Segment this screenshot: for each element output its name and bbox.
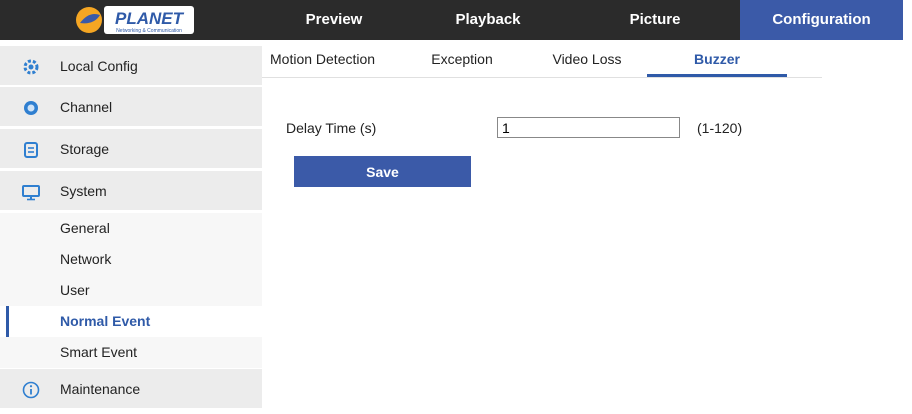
camera-icon: [22, 99, 40, 117]
sidebar-subitem-network[interactable]: Network: [0, 244, 262, 275]
save-button[interactable]: Save: [294, 156, 471, 187]
nav-picture[interactable]: Picture: [570, 0, 740, 40]
sidebar-item-label: System: [60, 183, 107, 199]
sidebar-item-label: Channel: [60, 99, 113, 115]
gear-icon: [22, 58, 40, 76]
logo-tagline: Networking & Communication: [116, 28, 182, 34]
sidebar-item-maintenance[interactable]: Maintenance: [0, 369, 262, 409]
sidebar-subitem-label: Network: [60, 251, 112, 267]
sidebar-item-channel[interactable]: Channel: [0, 87, 262, 127]
sidebar-subitem-general[interactable]: General: [0, 213, 262, 244]
storage-icon: [22, 141, 40, 159]
sidebar-item-label: Local Config: [60, 58, 138, 74]
top-nav-edge: [903, 0, 912, 40]
event-tabs: Motion Detection Exception Video Loss Bu…: [262, 40, 912, 78]
sidebar-item-system[interactable]: System: [0, 171, 262, 211]
monitor-icon: [22, 183, 40, 201]
delay-time-label: Delay Time (s): [286, 120, 377, 136]
sidebar-subitem-user[interactable]: User: [0, 275, 262, 306]
sidebar-subitem-smart-event[interactable]: Smart Event: [0, 337, 262, 368]
nav-playback[interactable]: Playback: [406, 0, 570, 40]
info-icon: [22, 381, 40, 399]
sidebar-item-storage[interactable]: Storage: [0, 129, 262, 169]
sidebar-item-label: Maintenance: [60, 381, 141, 397]
tab-motion-detection[interactable]: Motion Detection: [270, 40, 390, 78]
sidebar-item-local-config[interactable]: Local Config: [0, 46, 262, 86]
sidebar-subitem-label: User: [60, 282, 90, 298]
nav-preview[interactable]: Preview: [262, 0, 406, 40]
planet-logo: PLANET Networking & Communication: [72, 3, 196, 37]
sidebar-subitem-normal-event[interactable]: Normal Event: [0, 306, 262, 337]
sidebar-item-label: Storage: [60, 141, 110, 157]
tab-video-loss[interactable]: Video Loss: [542, 40, 632, 78]
delay-time-input[interactable]: [497, 117, 680, 138]
nav-configuration[interactable]: Configuration: [740, 0, 903, 40]
logo-wordmark: PLANET: [115, 9, 185, 28]
sidebar: Local Config Channel Storage System Gene…: [0, 40, 262, 414]
active-indicator: [6, 306, 9, 337]
top-nav-bar: PLANET Networking & Communication Previe…: [0, 0, 912, 40]
sidebar-subitem-label: General: [60, 220, 110, 236]
sidebar-subitem-label: Smart Event: [60, 344, 138, 360]
tab-exception[interactable]: Exception: [417, 40, 507, 78]
delay-time-range: (1-120): [697, 120, 743, 136]
tab-buzzer[interactable]: Buzzer: [647, 40, 787, 78]
tabs-divider: [262, 77, 822, 78]
sidebar-subitem-label: Normal Event: [60, 313, 151, 329]
